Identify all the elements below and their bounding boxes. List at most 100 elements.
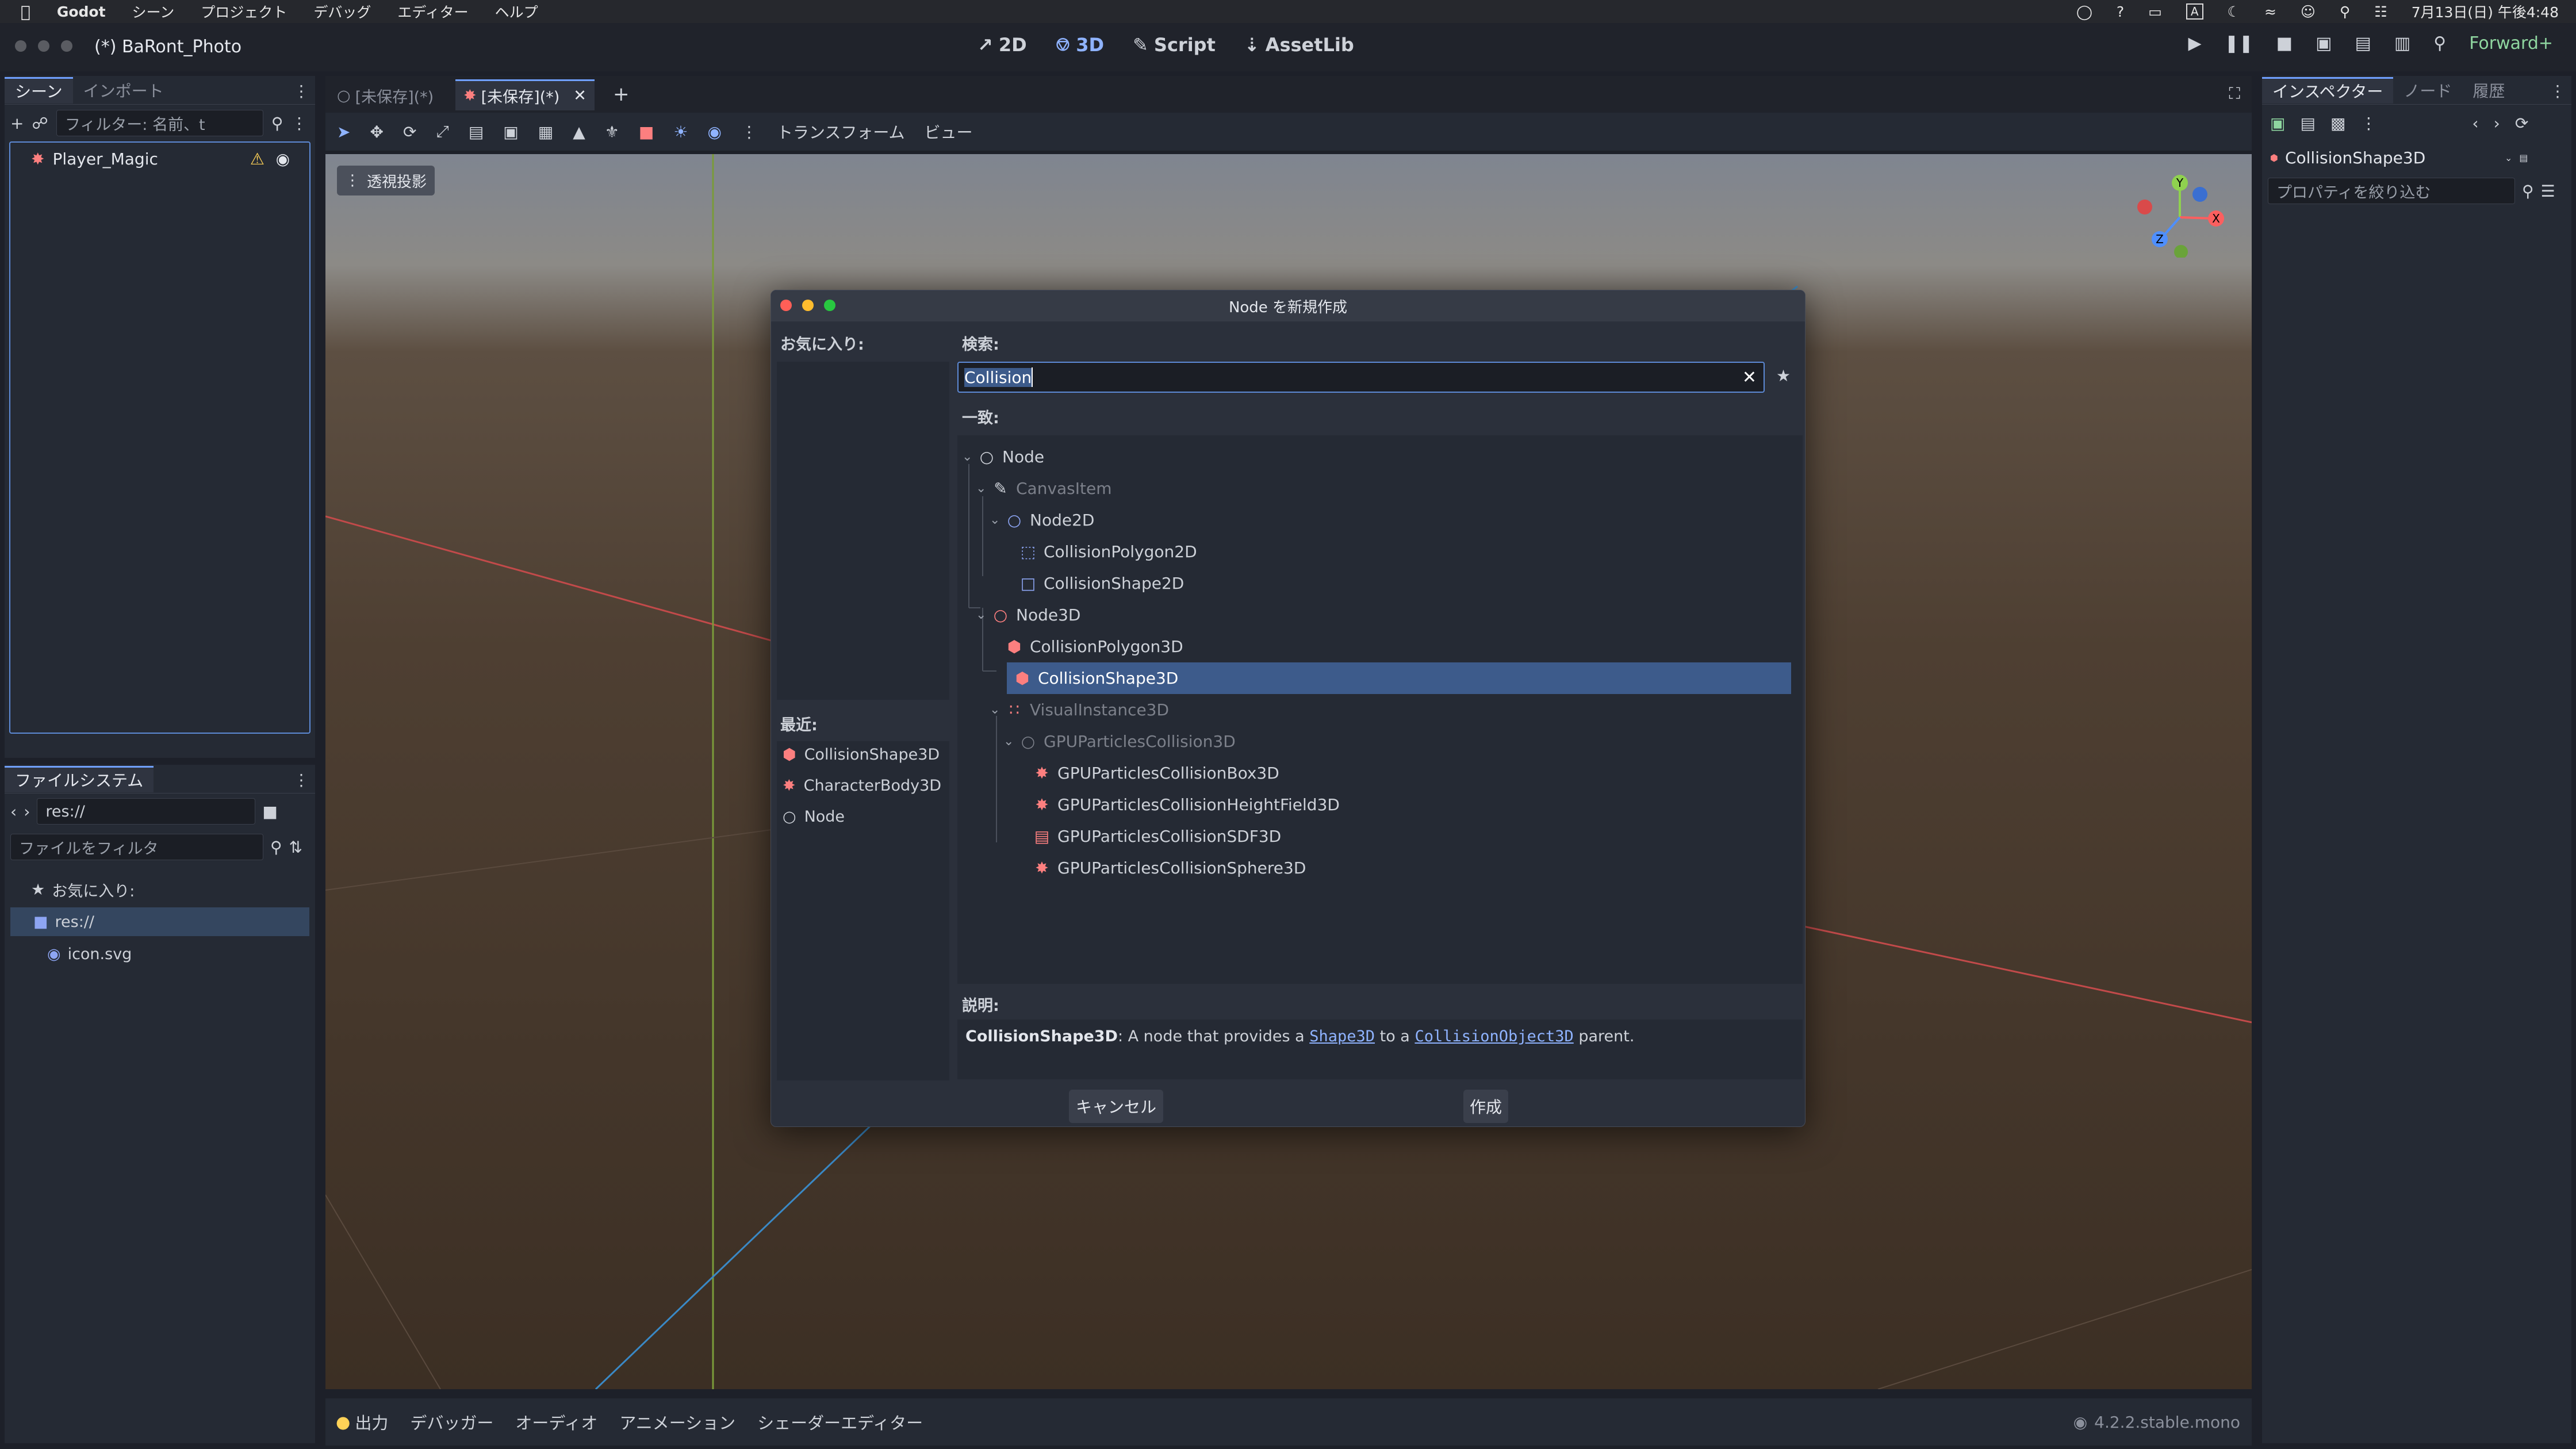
favorites-list[interactable] [777,362,949,700]
tree-item-node2d[interactable]: ⌄ ○ Node2D [957,504,1797,536]
workspace-3d[interactable]: ⎊ 3D [1056,33,1104,56]
movie-maker-icon[interactable]: ⚲ [2433,33,2446,53]
search-icon[interactable]: ⚲ [2340,3,2350,20]
minimize-window-button[interactable] [38,40,49,52]
transform-menu[interactable]: トランスフォーム [777,120,905,143]
more-icon[interactable]: ⋮ [741,122,757,141]
tree-item-gpuparticlescollisionsphere3d[interactable]: ✸ GPUParticlesCollisionSphere3D [957,852,1797,884]
visibility-eye-icon[interactable]: ◉ [276,150,290,168]
distraction-free-icon[interactable]: ⛶ [2229,84,2240,103]
property-settings-icon[interactable]: ☰ [2541,182,2555,201]
forward-icon[interactable]: › [24,802,30,821]
history-forward-icon[interactable]: › [2494,114,2500,133]
scene-menu-icon[interactable]: ⋮ [291,114,307,133]
new-resource-icon[interactable]: ▣ [2270,114,2285,133]
list-select-icon[interactable]: ▤ [469,122,484,141]
select-tool-icon[interactable]: ➤ [337,122,350,141]
history-back-icon[interactable]: ‹ [2472,114,2478,133]
cancel-button[interactable]: キャンセル [1069,1090,1163,1123]
tree-item-gpuparticlescollision3d[interactable]: ⌄ ○ GPUParticlesCollision3D [957,726,1797,757]
tree-item-node3d[interactable]: ⌄ ○ Node3D [957,599,1797,631]
remote-debug-icon[interactable]: ▣ [2316,33,2332,53]
tree-item-gpuparticlescollisionsdf3d[interactable]: ▤ GPUParticlesCollisionSDF3D [957,821,1797,852]
open-folder-icon[interactable]: ▤ [2300,114,2315,133]
inspector-more-icon[interactable]: ⋮ [2360,114,2376,133]
view-menu[interactable]: ビュー [925,120,973,143]
headphones-icon[interactable]: ◯ [2076,3,2092,20]
tree-item-node[interactable]: ⌄ ○ Node [957,441,1797,473]
rotate-tool-icon[interactable]: ⟳ [403,122,416,141]
inspector-object-selector[interactable]: ⬢ CollisionShape3D ⌄ ▤ [2262,141,2571,174]
doc-icon[interactable]: ▤ [2519,152,2528,163]
dock-menu-icon[interactable]: ⋮ [293,82,309,101]
tree-item-collisionshape2d[interactable]: □ CollisionShape2D [957,568,1797,599]
renderer-select[interactable]: Forward+ [2469,33,2553,53]
moon-icon[interactable]: ☾ [2228,3,2240,20]
workspace-script[interactable]: ✎ Script [1133,34,1216,56]
tree-item-gpuparticlescollisionbox3d[interactable]: ✸ GPUParticlesCollisionBox3D [957,757,1797,789]
tab-debugger[interactable]: デバッガー [410,1410,493,1434]
sun-icon[interactable]: ☀ [673,122,688,141]
tab-history[interactable]: 履歴 [2462,77,2515,103]
tree-item-canvasitem[interactable]: ⌄ ✎ CanvasItem [957,473,1797,504]
warning-icon[interactable]: ⚠ [250,150,264,168]
user-icon[interactable]: ☺ [2301,3,2316,20]
tree-item-visualinstance3d[interactable]: ⌄ ∷ VisualInstance3D [957,694,1797,726]
play-scene-icon[interactable]: ▤ [2355,33,2371,53]
snap-icon[interactable]: ⚜ [605,122,619,141]
scale-tool-icon[interactable]: ⤢ [436,122,448,141]
favorite-star-icon[interactable]: ★ [1776,366,1791,385]
perspective-button[interactable]: ⋮ 透視投影 [337,166,435,195]
chevron-down-icon[interactable]: ⌄ [976,481,990,496]
tab-output[interactable]: ● 出力 [336,1410,388,1434]
add-tab-icon[interactable]: + [613,83,630,106]
favorites-item[interactable]: ★ お気に入り: [31,875,135,904]
recent-item-collisionshape3d[interactable]: ⬢ CollisionShape3D [783,746,940,764]
stop-icon[interactable]: ■ [2276,33,2293,53]
control-center-icon[interactable]: ☷ [2374,3,2387,20]
menu-project[interactable]: プロジェクト [201,1,287,22]
res-folder-item[interactable]: ■ res:// [10,907,309,936]
tab-import[interactable]: インポート [73,77,174,103]
file-filter-input[interactable]: ファイルをフィルタ [10,834,263,860]
workspace-2d[interactable]: ↗ 2D [977,34,1027,56]
play-icon[interactable]: ▶ [2188,33,2201,53]
save-icon[interactable]: ▩ [2330,114,2345,133]
menu-godot[interactable]: Godot [57,3,106,20]
tree-item-collisionpolygon3d[interactable]: ⬢ CollisionPolygon3D [957,631,1797,662]
tab-scene[interactable]: シーン [5,76,73,103]
icon-svg-item[interactable]: ◉ icon.svg [47,940,132,968]
dialog-zoom-button[interactable] [824,300,835,311]
tab-shader-editor[interactable]: シェーダーエディター [757,1410,923,1434]
tree-item-collisionpolygon2d[interactable]: ⬚ CollisionPolygon2D [957,536,1797,568]
dock-menu-icon[interactable]: ⋮ [293,770,309,789]
group-icon[interactable]: ▦ [538,122,553,141]
path-field[interactable]: res:// [37,798,256,825]
chevron-down-icon[interactable]: ⌄ [1003,734,1017,749]
chevron-down-icon[interactable]: ⌄ [976,608,990,622]
move-tool-icon[interactable]: ✥ [370,122,383,141]
camera-icon[interactable]: ■ [639,122,654,141]
clock[interactable]: 7月13日(日) 午後4:48 [2412,1,2559,22]
scene-filter-input[interactable]: フィルター: 名前、t [56,110,263,136]
object-history-icon[interactable]: ⟳ [2515,114,2528,133]
menu-scene[interactable]: シーン [132,1,175,22]
zoom-window-button[interactable] [61,40,72,52]
close-window-button[interactable] [15,40,26,52]
scene-node-player-magic[interactable]: ✸ Player_Magic ⚠ ◉ [31,150,290,168]
apple-icon[interactable]:  [21,2,30,21]
add-node-icon[interactable]: + [10,114,24,133]
input-icon[interactable]: A [2186,3,2203,20]
split-view-icon[interactable]: ■ [262,802,277,821]
environment-icon[interactable]: ◉ [707,122,721,141]
collisionobject3d-link[interactable]: CollisionObject3D [1414,1028,1573,1045]
wifi-icon[interactable]: ≈ [2264,3,2276,20]
pause-icon[interactable]: ❚❚ [2225,33,2253,53]
shape3d-link[interactable]: Shape3D [1309,1028,1375,1045]
dock-menu-icon[interactable]: ⋮ [2550,82,2566,101]
chevron-down-icon[interactable]: ⌄ [990,703,1003,717]
tab-audio[interactable]: オーディオ [515,1410,597,1434]
menu-editor[interactable]: エディター [397,1,468,22]
tab-filesystem[interactable]: ファイルシステム [5,765,154,792]
node-search-input[interactable]: Collision ✕ [957,362,1765,393]
